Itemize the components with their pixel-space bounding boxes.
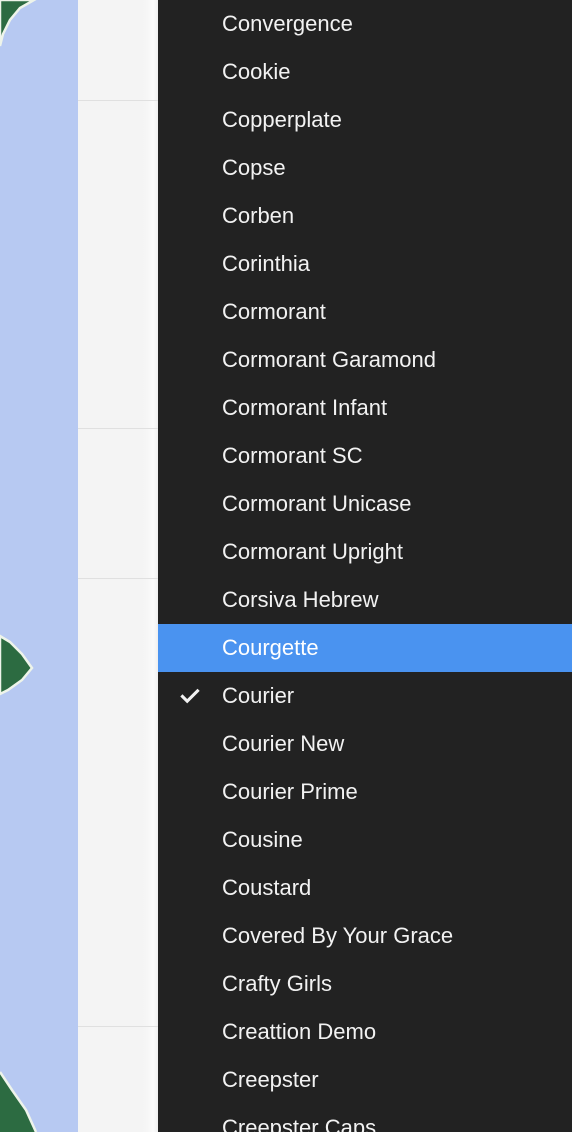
menu-item-crafty-girls[interactable]: Crafty Girls [158,960,572,1008]
check-icon-placeholder [158,864,222,912]
menu-item-label: Courier [222,683,295,708]
menu-item-label: Corinthia [222,251,311,276]
check-icon-placeholder [158,1008,222,1056]
check-icon-placeholder [158,960,222,1008]
panel-edge-strip [142,0,158,1132]
check-icon-placeholder [158,432,222,480]
menu-item-label: Covered By Your Grace [222,923,454,948]
menu-item-courgette[interactable]: Courgette [158,624,572,672]
menu-item-label: Courier New [222,731,345,756]
menu-item-covered-by-your-grace[interactable]: Covered By Your Grace [158,912,572,960]
check-icon [158,672,222,720]
screen: Convergence Cookie Copperplate Copse Corben C… [0,0,572,1132]
menu-item-cookie[interactable]: Cookie [158,48,572,96]
check-icon-placeholder [158,1104,222,1132]
menu-item-label: Cormorant [222,299,326,324]
panel-divider-2 [78,578,158,579]
check-icon-placeholder [158,96,222,144]
menu-item-cormorant-infant[interactable]: Cormorant Infant [158,384,572,432]
menu-item-label: Corben [222,203,295,228]
menu-item-label: Creepster Caps [222,1115,377,1132]
menu-item-copse[interactable]: Copse [158,144,572,192]
menu-item-coustard[interactable]: Coustard [158,864,572,912]
map-graphic [0,0,78,1132]
map-water [0,0,78,1132]
menu-item-creepster-caps[interactable]: Creepster Caps [158,1104,572,1132]
check-icon-placeholder [158,720,222,768]
panel-divider-3 [78,1026,158,1027]
menu-item-cormorant-upright[interactable]: Cormorant Upright [158,528,572,576]
menu-item-copperplate[interactable]: Copperplate [158,96,572,144]
font-family-dropdown-menu[interactable]: Convergence Cookie Copperplate Copse Corben C… [158,0,572,1132]
menu-item-label: Cormorant Infant [222,395,388,420]
map-pane[interactable] [0,0,78,1132]
menu-item-cormorant-garamond[interactable]: Cormorant Garamond [158,336,572,384]
menu-item-label: Coustard [222,875,312,900]
side-panel-gutter [78,0,158,1132]
check-icon-placeholder [158,1056,222,1104]
menu-item-creattion-demo[interactable]: Creattion Demo [158,1008,572,1056]
menu-item-creepster[interactable]: Creepster [158,1056,572,1104]
menu-item-cormorant-sc[interactable]: Cormorant SC [158,432,572,480]
menu-item-label: Crafty Girls [222,971,332,996]
check-icon-placeholder [158,336,222,384]
check-icon-placeholder [158,816,222,864]
check-icon-placeholder [158,144,222,192]
panel-divider-0 [78,100,158,101]
menu-item-label: Cormorant Garamond [222,347,436,372]
menu-item-cormorant-unicase[interactable]: Cormorant Unicase [158,480,572,528]
menu-item-label: Copperplate [222,107,342,132]
menu-item-label: Cormorant Upright [222,539,403,564]
check-icon-placeholder [158,528,222,576]
menu-item-corsiva-hebrew[interactable]: Corsiva Hebrew [158,576,572,624]
menu-item-label: Convergence [222,11,353,36]
font-family-option-list: Convergence Cookie Copperplate Copse Corben C… [158,0,572,1132]
check-icon-placeholder [158,0,222,48]
check-icon-placeholder [158,288,222,336]
menu-item-label: Copse [222,155,286,180]
menu-item-cousine[interactable]: Cousine [158,816,572,864]
menu-item-label: Cookie [222,59,291,84]
menu-item-convergence[interactable]: Convergence [158,0,572,48]
menu-item-cormorant[interactable]: Cormorant [158,288,572,336]
menu-item-label: Creattion Demo [222,1019,377,1044]
check-icon-placeholder [158,240,222,288]
check-icon-placeholder [158,480,222,528]
menu-item-label: Cousine [222,827,303,852]
menu-item-courier-prime[interactable]: Courier Prime [158,768,572,816]
menu-item-courier[interactable]: Courier [158,672,572,720]
check-icon-placeholder [158,384,222,432]
menu-item-label: Cormorant Unicase [222,491,412,516]
menu-item-label: Courgette [222,635,319,660]
menu-item-label: Courier Prime [222,779,358,804]
menu-item-label: Creepster [222,1067,319,1092]
check-icon-placeholder [158,624,222,672]
menu-item-corinthia[interactable]: Corinthia [158,240,572,288]
menu-item-label: Corsiva Hebrew [222,587,379,612]
check-icon-placeholder [158,768,222,816]
panel-divider-1 [78,428,158,429]
check-icon-placeholder [158,912,222,960]
check-icon-placeholder [158,48,222,96]
check-icon-placeholder [158,576,222,624]
menu-item-label: Cormorant SC [222,443,363,468]
check-icon-placeholder [158,192,222,240]
menu-item-courier-new[interactable]: Courier New [158,720,572,768]
menu-item-corben[interactable]: Corben [158,192,572,240]
